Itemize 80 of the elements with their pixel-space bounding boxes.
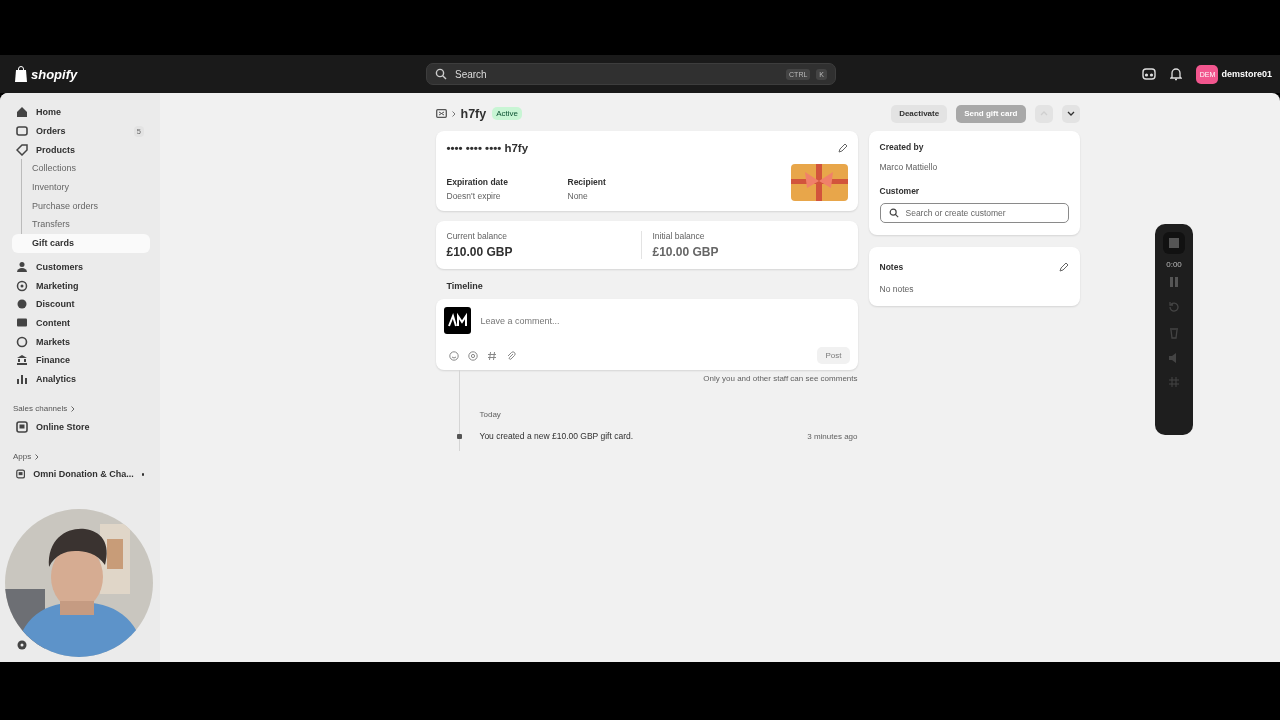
- target-icon: [16, 279, 28, 292]
- nav-subitem[interactable]: Purchase orders: [22, 196, 150, 216]
- section-heading[interactable]: Sales channels: [13, 404, 68, 414]
- field-value: Marco Mattiello: [879, 162, 939, 172]
- chevron-down-icon: [1066, 111, 1075, 116]
- at-sign-icon[interactable]: [467, 350, 478, 361]
- action-button[interactable]: Deactivate: [891, 104, 948, 123]
- search-icon: [888, 208, 899, 218]
- app-window-icon: [16, 420, 28, 433]
- nav-item[interactable]: Finance: [8, 350, 150, 370]
- stop-icon[interactable]: [1163, 232, 1185, 254]
- field-label: Recipient: [567, 177, 607, 187]
- section-heading[interactable]: Apps: [13, 452, 32, 461]
- gift-card-code: •••• •••• •••• h7fy: [446, 142, 529, 154]
- settings-icon[interactable]: [16, 639, 28, 651]
- nav-item[interactable]: Home: [8, 103, 150, 122]
- field-label: Created by: [879, 142, 925, 152]
- next-button[interactable]: [1061, 104, 1080, 123]
- helper-text: Only you and other staff can see comments: [702, 374, 858, 383]
- gift-card-icon[interactable]: [435, 109, 447, 118]
- event-text: You created a new £10.00 GBP gift card.: [479, 431, 634, 441]
- chevron-right-icon: [451, 110, 456, 117]
- trash-icon[interactable]: [1169, 327, 1179, 339]
- chart-icon: [16, 372, 28, 385]
- nav-item[interactable]: Content: [8, 313, 150, 333]
- restart-icon[interactable]: [1168, 301, 1180, 313]
- field-value: None: [567, 191, 589, 201]
- field-value: No notes: [879, 284, 915, 294]
- section-title: Timeline: [446, 281, 484, 291]
- monitor-icon: [16, 316, 28, 329]
- balance-amount: £10.00 GBP: [652, 245, 720, 259]
- nav-item[interactable]: Omni Donation & Cha...: [8, 465, 150, 484]
- nav-item[interactable]: Online Store: [8, 417, 150, 436]
- search-input[interactable]: Search: [453, 67, 781, 81]
- chevron-right-icon[interactable]: [35, 453, 40, 460]
- store-name[interactable]: demstore01: [1221, 69, 1272, 79]
- event-time: 3 minutes ago: [807, 431, 858, 441]
- field-label: Expiration date: [446, 177, 509, 187]
- smiley-icon[interactable]: [448, 350, 459, 361]
- shopify-logo[interactable]: shopify: [31, 66, 78, 82]
- balance-label: Initial balance: [652, 231, 706, 241]
- recording-time: 0:00: [1166, 260, 1182, 269]
- pause-icon[interactable]: [1169, 277, 1179, 287]
- shopping-bag-icon: [14, 66, 28, 82]
- search-icon: [435, 68, 447, 80]
- orders-icon: [16, 125, 28, 138]
- person-icon: [16, 260, 28, 273]
- nav-item[interactable]: Discount: [8, 294, 150, 314]
- page-title: h7fy: [460, 106, 487, 121]
- nav-item[interactable]: Customers: [8, 257, 150, 277]
- glasses-icon[interactable]: [1142, 67, 1157, 81]
- home-icon: [16, 106, 28, 119]
- field-value: Doesn't expire: [446, 191, 502, 201]
- field-label: Customer: [879, 186, 921, 196]
- balance-amount: £10.00 GBP: [446, 245, 514, 259]
- nav-item[interactable]: Marketing: [8, 276, 150, 295]
- nav-subitem[interactable]: Collections: [22, 159, 150, 178]
- tag-icon: [16, 143, 28, 156]
- nav-item[interactable]: Products: [8, 140, 150, 160]
- nav-subitem[interactable]: Gift cards: [12, 233, 150, 253]
- chevron-right-icon[interactable]: [71, 405, 76, 412]
- date-label: Today: [479, 410, 502, 419]
- pencil-icon[interactable]: [1058, 262, 1069, 272]
- nav-subitem[interactable]: Transfers: [22, 215, 150, 234]
- status-badge: Active: [492, 107, 522, 120]
- bell-icon[interactable]: [1170, 67, 1183, 81]
- bank-icon: [16, 354, 28, 367]
- nav-item[interactable]: Analytics: [8, 369, 150, 389]
- nav-subitem[interactable]: Inventory: [22, 177, 150, 197]
- avatar-logo-icon: [443, 307, 471, 334]
- field-label: Notes: [879, 262, 904, 272]
- customer-search-field[interactable]: Search or create customer: [879, 203, 1069, 223]
- post-button[interactable]: Post: [817, 347, 850, 364]
- app-window-icon: [16, 468, 26, 481]
- nav-item[interactable]: Markets: [8, 332, 150, 351]
- pencil-icon[interactable]: [837, 143, 848, 153]
- hashtag-icon[interactable]: [486, 350, 497, 361]
- paperclip-icon[interactable]: [505, 350, 516, 361]
- balance-label: Current balance: [446, 231, 508, 241]
- gift-box-drawing: [790, 164, 848, 201]
